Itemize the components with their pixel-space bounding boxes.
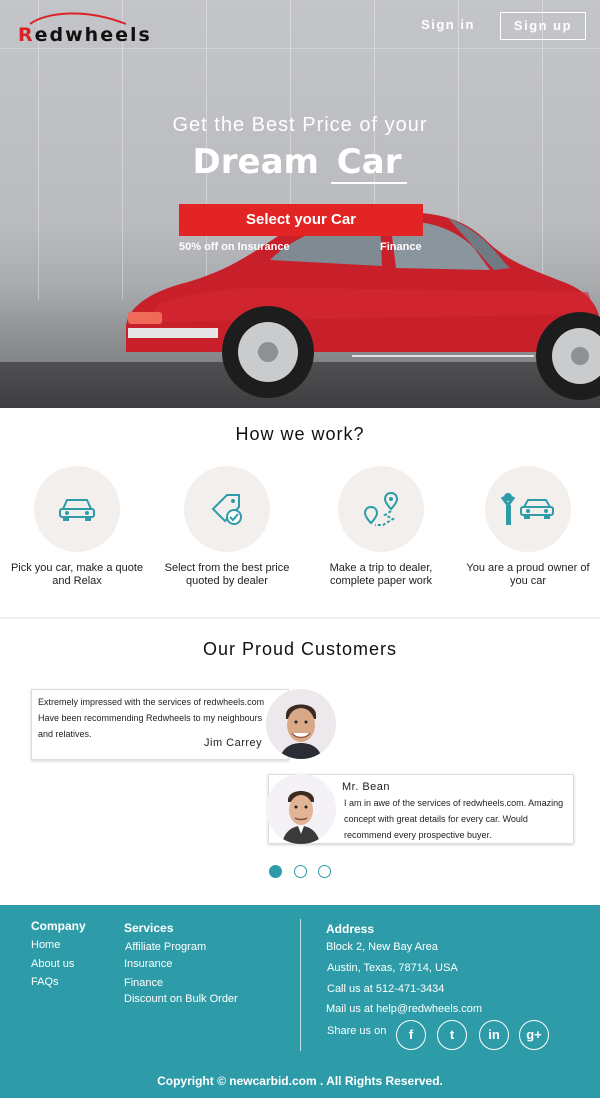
- footer-address-line: Block 2, New Bay Area: [326, 941, 438, 953]
- customer-photo-jim-carrey: [266, 689, 336, 759]
- google-plus-icon[interactable]: g+: [519, 1020, 549, 1050]
- footer-link-insurance[interactable]: Insurance: [124, 958, 172, 970]
- step-text: You are a proud owner of you car: [466, 562, 590, 587]
- customer-photo-mr-bean: [266, 774, 336, 844]
- car-icon: [59, 499, 95, 521]
- footer-link-affiliate[interactable]: Affiliate Program: [125, 941, 206, 953]
- carousel-dot[interactable]: [294, 865, 307, 878]
- hero-subtitle: Get the Best Price of your: [172, 114, 428, 136]
- customers-heading: Our Proud Customers: [202, 639, 398, 659]
- step-icon-circle: [338, 466, 424, 552]
- select-car-button[interactable]: Select your Car: [179, 204, 423, 236]
- twitter-icon[interactable]: t: [437, 1020, 467, 1050]
- footer-services-heading: Services: [124, 921, 174, 935]
- hero-title-word: Dream: [192, 142, 319, 182]
- avatar: [266, 689, 336, 759]
- owner-car-icon: [500, 493, 554, 525]
- step-select-price: Select from the best price quoted by dea…: [157, 466, 297, 588]
- testimonial-card: Extremely impressed with the services of…: [31, 689, 289, 760]
- signin-link[interactable]: Sign in: [415, 17, 481, 35]
- hero-title: Dream Car: [0, 142, 600, 184]
- footer-link-home[interactable]: Home: [31, 939, 60, 951]
- footer-link-faqs[interactable]: FAQs: [31, 976, 59, 988]
- step-icon-circle: [184, 466, 270, 552]
- step-pick-car: Pick you car, make a quote and Relax: [7, 466, 147, 588]
- step-text: Select from the best price quoted by dea…: [164, 562, 290, 587]
- route-pin-icon: [363, 491, 399, 526]
- footer-divider: [300, 919, 301, 1051]
- insurance-link[interactable]: 50% off on Insurance: [179, 241, 290, 253]
- footer-company-heading: Company: [31, 919, 86, 933]
- step-text: Pick you car, make a quote and Relax: [10, 562, 144, 587]
- footer-email[interactable]: Mail us at help@redwheels.com: [326, 1003, 482, 1015]
- avatar: [266, 774, 336, 844]
- signup-button[interactable]: Sign up: [500, 12, 586, 40]
- section-divider: [0, 617, 600, 619]
- testimonial-name: Mr. Bean: [342, 781, 391, 793]
- footer-link-about[interactable]: About us: [31, 958, 74, 970]
- carousel-dot[interactable]: [269, 865, 282, 878]
- wall-seam: [0, 48, 600, 49]
- copyright-text: Copyright © newcarbid.com . All Rights R…: [157, 1074, 443, 1088]
- testimonial-quote: Extremely impressed with the services of…: [38, 697, 265, 739]
- linkedin-icon[interactable]: in: [479, 1020, 509, 1050]
- footer-share-label: Share us on: [327, 1025, 387, 1037]
- hero-title-underlined-word: Car: [330, 142, 408, 184]
- footer-address-line: Austin, Texas, 78714, USA: [327, 962, 458, 974]
- hero-section: Redwheels Sign in Sign up Get the Best P…: [0, 0, 600, 408]
- testimonial-name: Jim Carrey: [204, 737, 263, 749]
- footer-address-heading: Address: [326, 922, 375, 936]
- footer-link-finance[interactable]: Finance: [124, 977, 163, 989]
- step-proud-owner: You are a proud owner of you car: [458, 466, 598, 588]
- footer-link-bulk-discount[interactable]: Discount on Bulk Order: [124, 993, 238, 1005]
- step-icon-circle: [34, 466, 120, 552]
- carousel-dot[interactable]: [318, 865, 331, 878]
- price-tag-icon: [211, 494, 242, 525]
- step-make-trip: Make a trip to dealer, complete paper wo…: [311, 466, 451, 588]
- step-icon-circle: [485, 466, 571, 552]
- facebook-icon[interactable]: f: [396, 1020, 426, 1050]
- finance-link[interactable]: Finance: [380, 241, 422, 253]
- footer: Company Home About us FAQs Services Affi…: [0, 905, 600, 1098]
- logo[interactable]: Redwheels: [18, 24, 152, 46]
- how-we-work-heading: How we work?: [235, 424, 365, 444]
- footer-phone[interactable]: Call us at 512-471-3434: [327, 983, 444, 995]
- testimonial-quote: I am in awe of the services of redwheels…: [344, 798, 564, 840]
- step-text: Make a trip to dealer, complete paper wo…: [329, 562, 433, 587]
